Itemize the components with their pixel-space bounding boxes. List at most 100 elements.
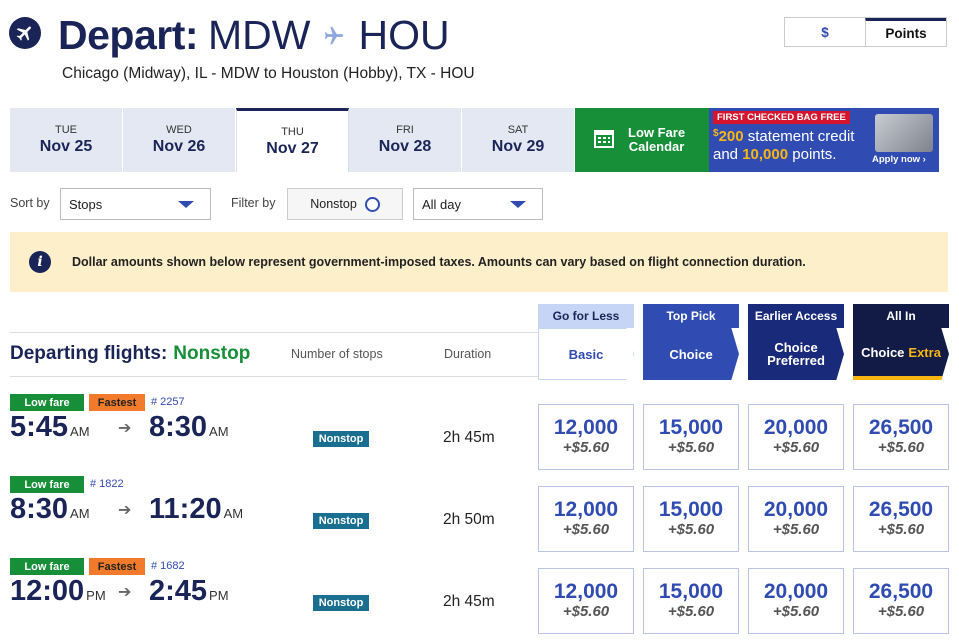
lfc-line2: Calendar [628, 139, 685, 154]
fare-tax: +$5.60 [562, 439, 610, 456]
low-fare-badge: Low fare [10, 394, 84, 411]
fare-option-choice[interactable]: 15,000 +$5.60 [643, 568, 739, 634]
promo-tag: FIRST CHECKED BAG FREE [713, 111, 850, 124]
time-value: All day [422, 196, 462, 212]
date-dow: FRI [396, 124, 414, 136]
fare-tax: +$5.60 [877, 439, 925, 456]
fare-points: 26,500 [868, 498, 934, 521]
fare-points: 20,000 [763, 416, 829, 439]
sort-select[interactable]: Stops [60, 188, 211, 220]
depart-ampm: AM [70, 506, 90, 521]
flight-number-link[interactable]: # 2257 [151, 396, 185, 408]
fare-option-choice-extra[interactable]: 26,500 +$5.60 [853, 404, 949, 470]
fare-family-tagline: All In [853, 304, 949, 328]
list-title: Departing flights: [10, 343, 168, 364]
date-tab-active[interactable]: THU Nov 27 [236, 108, 349, 172]
fare-family-label: Choice Preferred [767, 340, 825, 368]
depart-time: 12:00 PM [10, 575, 106, 608]
fare-family-tagline: Top Pick [643, 304, 739, 328]
credit-card-image [875, 114, 933, 152]
date-tab[interactable]: WED Nov 26 [123, 108, 236, 172]
depart-ampm: PM [86, 588, 106, 603]
usd-option[interactable]: $ [785, 18, 865, 46]
flight-row: Low fare Fastest # 2257 5:45 AM ➔ 8:30 AM … [0, 394, 959, 476]
time-of-day-select[interactable]: All day [413, 188, 543, 220]
fare-tax: +$5.60 [772, 603, 820, 620]
divider [10, 376, 538, 377]
duration: 2h 50m [443, 511, 495, 528]
fare-points: 12,000 [553, 580, 619, 603]
filter-label: Filter by [231, 196, 276, 210]
date-tab[interactable]: TUE Nov 25 [10, 108, 123, 172]
depart-time: 5:45 AM [10, 411, 90, 444]
fare-option-basic[interactable]: 12,000 +$5.60 [538, 568, 634, 634]
low-fare-badge: Low fare [10, 476, 84, 493]
fare-option-choice-preferred[interactable]: 20,000 +$5.60 [748, 404, 844, 470]
date-tab[interactable]: FRI Nov 28 [349, 108, 462, 172]
fare-points: 26,500 [868, 580, 934, 603]
info-text: Dollar amounts shown below represent gov… [72, 255, 806, 269]
flight-number-link[interactable]: # 1682 [151, 560, 185, 572]
credit-card-promo[interactable]: FIRST CHECKED BAG FREE $200 statement cr… [709, 108, 939, 172]
fare-tax: +$5.60 [877, 521, 925, 538]
fare-tax: +$5.60 [562, 603, 610, 620]
flight-number-link[interactable]: # 1822 [90, 478, 124, 490]
points-option[interactable]: Points [865, 18, 946, 46]
arrive-time-value: 2:45 [149, 575, 208, 607]
fare-option-choice[interactable]: 15,000 +$5.60 [643, 486, 739, 552]
stops-badge[interactable]: Nonstop [313, 595, 369, 611]
date-tabs: TUE Nov 25 WED Nov 26 THU Nov 27 FRI Nov 28 … [10, 108, 575, 172]
fare-points: 20,000 [763, 580, 829, 603]
fare-option-choice-preferred[interactable]: 20,000 +$5.60 [748, 568, 844, 634]
fare-option-choice-extra[interactable]: 26,500 +$5.60 [853, 568, 949, 634]
flight-row: Low fare Fastest # 1682 12:00 PM ➔ 2:45 PM… [0, 558, 959, 640]
info-icon: i [29, 251, 51, 273]
fastest-badge: Fastest [89, 394, 145, 411]
date-tab[interactable]: SAT Nov 29 [462, 108, 575, 172]
promo-line2: and 10,000 points. [713, 146, 836, 163]
fare-option-choice[interactable]: 15,000 +$5.60 [643, 404, 739, 470]
nonstop-filter-label: Nonstop [310, 197, 357, 211]
chevron-down-icon [178, 201, 194, 208]
date-day: Nov 29 [491, 138, 545, 155]
depart-ampm: AM [70, 424, 90, 439]
arrive-time-value: 11:20 [149, 493, 222, 525]
fare-family-basic: Go for Less Basic [538, 304, 634, 380]
fare-family-tagline: Earlier Access [748, 304, 844, 328]
fare-family-extra: Extra [908, 344, 941, 360]
arrive-ampm: AM [223, 506, 244, 521]
apply-now-link[interactable]: Apply now › [872, 154, 926, 165]
depart-time: 8:30 AM [10, 493, 90, 526]
route-description: Chicago (Midway), IL - MDW to Houston (H… [62, 65, 475, 82]
date-dow: THU [281, 125, 304, 138]
promo-line1: $200 statement credit [713, 128, 854, 145]
arrive-time: 2:45 PM [149, 575, 229, 608]
fare-tax: +$5.60 [667, 439, 715, 456]
fare-family-choice-extra: All In Choice Extra [853, 304, 949, 380]
nonstop-filter-toggle[interactable]: Nonstop [287, 188, 403, 220]
arrive-time: 11:20 AM [149, 493, 243, 526]
fare-points: 12,000 [553, 416, 619, 439]
promo-line2-rest: points. [788, 146, 837, 163]
fare-family-label: Choice [861, 344, 905, 360]
fare-points: 26,500 [868, 416, 934, 439]
col-duration-header: Duration [444, 347, 492, 361]
fare-option-basic[interactable]: 12,000 +$5.60 [538, 404, 634, 470]
date-dow: SAT [507, 124, 529, 136]
arrive-ampm: PM [209, 588, 229, 603]
depart-time-value: 12:00 [10, 575, 85, 607]
stops-badge[interactable]: Nonstop [313, 513, 369, 529]
fare-option-choice-preferred[interactable]: 20,000 +$5.60 [748, 486, 844, 552]
arrive-time-value: 8:30 [149, 411, 208, 443]
fare-family-tagline: Go for Less [538, 304, 634, 328]
fare-option-choice-extra[interactable]: 26,500 +$5.60 [853, 486, 949, 552]
stops-badge[interactable]: Nonstop [313, 431, 369, 447]
fare-option-basic[interactable]: 12,000 +$5.60 [538, 486, 634, 552]
fare-points: 20,000 [763, 498, 829, 521]
fare-family-label: Choice [669, 346, 713, 362]
arrow-right-icon: ➔ [118, 502, 132, 519]
low-fare-calendar-button[interactable]: Low Fare Calendar [575, 108, 709, 172]
arrive-time: 8:30 AM [149, 411, 229, 444]
sort-label: Sort by [10, 196, 50, 210]
fare-tax: +$5.60 [772, 439, 820, 456]
